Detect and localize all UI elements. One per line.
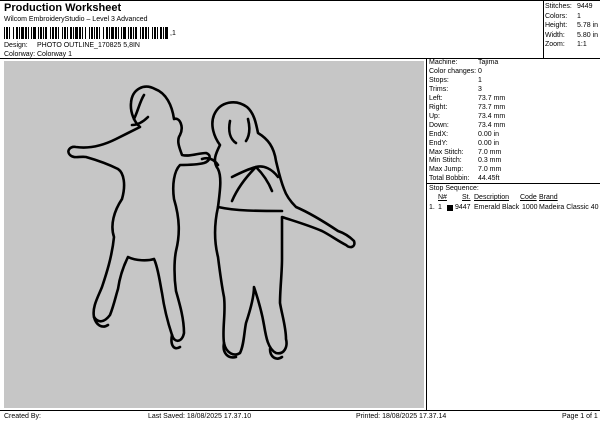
page-title: Production Worksheet bbox=[4, 2, 122, 14]
stat-zoom: Zoom: 1:1 bbox=[545, 41, 587, 48]
barcode bbox=[4, 27, 168, 39]
stop-sequence-header: N# St. Description Code Brand bbox=[429, 194, 599, 203]
row-stitches: 9447 bbox=[455, 204, 471, 211]
embroidery-outline-drawing bbox=[67, 85, 356, 360]
colorway-row: Colorway: Colorway 1 bbox=[4, 51, 72, 58]
prop-machine: Machine: Tajima bbox=[429, 59, 499, 66]
prop-endy: EndY: 0.00 in bbox=[429, 139, 500, 147]
prop-max-jump: Max Jump: 7.0 mm bbox=[429, 166, 502, 174]
stats-divider bbox=[543, 0, 544, 58]
machine-properties: Machine: Tajima Color changes: 0 Stops: 1 T… bbox=[429, 59, 505, 184]
prop-down: Down: 73.4 mm bbox=[429, 121, 506, 129]
footer-divider bbox=[0, 410, 600, 411]
color-swatch bbox=[447, 205, 453, 212]
footer-printed: Printed: 18/08/2025 17.37.14 bbox=[356, 413, 447, 420]
right-child-strap-right bbox=[254, 165, 280, 193]
table-row: 1. 1 9447 Emerald Black 1000 Madeira Cla… bbox=[429, 204, 599, 213]
header-brand: Brand bbox=[539, 194, 558, 201]
row-brand: Madeira Classic 40 bbox=[539, 204, 599, 211]
prop-up: Up: 73.4 mm bbox=[429, 112, 506, 120]
top-border bbox=[0, 0, 600, 1]
row-code: 1000 bbox=[522, 204, 538, 211]
header-n: N# bbox=[438, 194, 447, 201]
prop-left: Left: 73.7 mm bbox=[429, 94, 506, 102]
prop-min-stitch: Min Stitch: 0.3 mm bbox=[429, 157, 502, 165]
right-child-head-detail bbox=[227, 117, 251, 145]
software-name: Wilcom EmbroideryStudio – Level 3 Advanc… bbox=[4, 16, 148, 23]
colorway-value: Colorway 1 bbox=[37, 51, 73, 58]
prop-total-bobbin: Total Bobbin: 44.45ft bbox=[429, 175, 500, 183]
right-child-waist bbox=[216, 205, 284, 213]
stat-stitches: Stitches: 9449 bbox=[545, 3, 593, 10]
prop-color-changes: Color changes: 0 bbox=[429, 67, 482, 75]
design-label: Design: bbox=[4, 42, 28, 49]
design-row: Design: PHOTO OUTLINE_170825 5,8IN bbox=[4, 42, 140, 49]
prop-stops: Stops: 1 bbox=[429, 76, 482, 84]
design-value: PHOTO OUTLINE_170825 5,8IN bbox=[37, 42, 140, 49]
stats-box: Stitches: 9449 Colors: 1 Height: 5.78 in Wi… bbox=[545, 2, 598, 50]
row-seq: 1. bbox=[429, 204, 435, 211]
prop-right: Right: 73.7 mm bbox=[429, 103, 506, 111]
panel-divider bbox=[426, 58, 427, 410]
header-divider bbox=[0, 58, 600, 59]
prop-endx: EndX: 0.00 in bbox=[429, 130, 500, 138]
right-child-strap-left bbox=[230, 165, 258, 203]
header-code: Code bbox=[520, 194, 537, 201]
row-n: 1 bbox=[438, 204, 442, 211]
header-description: Description bbox=[474, 194, 510, 201]
stop-sequence-title: Stop Sequence: bbox=[429, 185, 479, 192]
barcode-tail-text: ,1 bbox=[170, 30, 176, 37]
header-stitches: St. bbox=[462, 194, 471, 201]
footer-created-by: Created By: bbox=[4, 413, 41, 420]
colorway-label: Colorway: bbox=[4, 51, 36, 58]
footer-last-saved: Last Saved: 18/08/2025 17.37.10 bbox=[148, 413, 252, 420]
stat-height: Height: 5.78 in bbox=[545, 22, 599, 29]
stat-colors: Colors: 1 bbox=[545, 12, 581, 20]
prop-trims: Trims: 3 bbox=[429, 85, 482, 93]
prop-max-stitch: Max Stitch: 7.0 mm bbox=[429, 148, 502, 156]
footer-page-number: Page 1 of 1 bbox=[562, 413, 598, 420]
stat-width: Width: 5.80 in bbox=[545, 31, 599, 39]
row-description: Emerald Black bbox=[474, 204, 520, 211]
design-preview bbox=[4, 61, 424, 408]
